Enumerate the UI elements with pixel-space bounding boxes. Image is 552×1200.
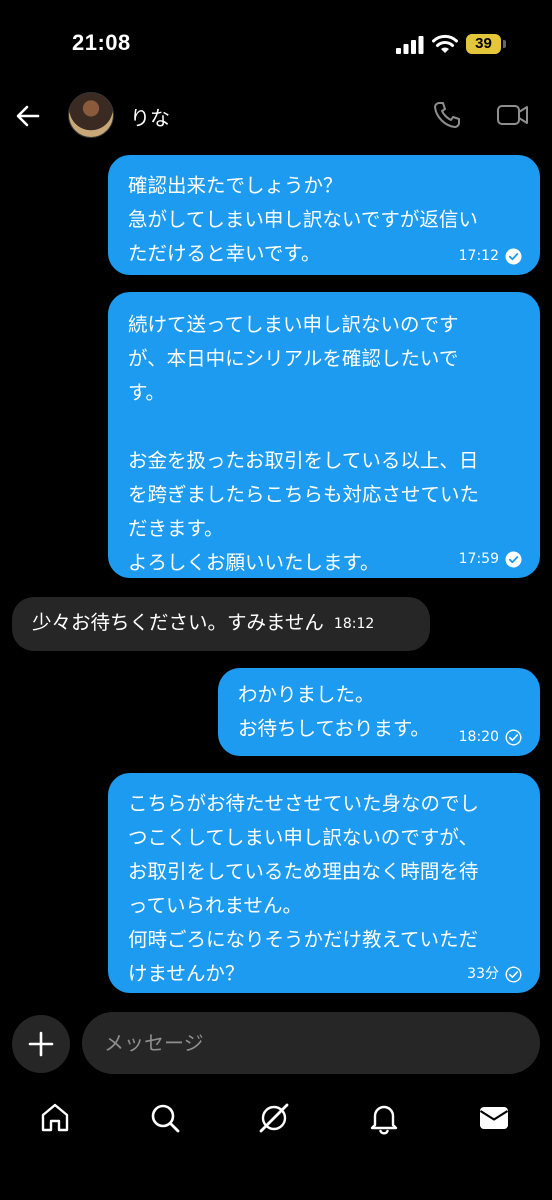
video-call-icon[interactable]	[496, 100, 530, 130]
search-icon[interactable]	[147, 1100, 183, 1136]
message-time: 18:12	[333, 615, 375, 632]
message-line: す。	[128, 381, 166, 404]
message-meta: 18:12	[334, 615, 374, 633]
status-bar: 21:08 39	[0, 0, 552, 90]
sent-check-icon	[505, 965, 522, 983]
message-time: 17:59	[458, 551, 499, 567]
message-meta: 33分	[467, 965, 522, 983]
message-line: が、本日中にシリアルを確認したいで	[128, 347, 459, 370]
message-meta: 17:12	[459, 247, 522, 265]
read-check-icon	[505, 248, 522, 264]
message-line: だきます。	[128, 517, 224, 540]
message-bubble-sent[interactable]: 続けて送ってしまい申し訳ないのです が、本日中にシリアルを確認したいで す。 お…	[108, 292, 540, 578]
battery-icon: 39	[466, 34, 506, 54]
message-bubble-sent[interactable]: 確認出来たでしょうか？ 急がしてしまい申し訳ないですが返信い ただけると幸いです…	[108, 155, 540, 275]
message-line: 急がしてしまい申し訳ないですが返信い	[128, 208, 478, 231]
message-bubble-sent[interactable]: こちらがお待たせさせていた身なのでし つこくしてしまい申し訳ないのですが、 お取…	[108, 773, 540, 993]
back-arrow-icon[interactable]	[12, 100, 44, 132]
read-check-icon	[505, 551, 522, 567]
cellular-signal-icon	[396, 36, 424, 54]
message-meta: 17:59	[459, 550, 522, 568]
message-bubble-sent[interactable]: わかりました。 お待ちしております。 18:20	[218, 668, 540, 756]
chat-header: りな	[0, 90, 552, 146]
message-line: 何時ごろになりそうかだけ教えていただ	[128, 928, 479, 951]
message-meta: 18:20	[459, 728, 522, 746]
battery-level: 39	[466, 34, 501, 54]
message-line: っていられません。	[128, 894, 302, 917]
message-line: わかりました。	[238, 683, 375, 706]
message-line: つこくしてしまい申し訳ないのですが、	[128, 826, 479, 849]
message-time: 33分	[467, 966, 499, 982]
message-line: 確認出来たでしょうか？	[128, 174, 343, 197]
message-line: こちらがお待たせさせていた身なのでし	[128, 792, 480, 815]
sent-check-icon	[505, 728, 522, 746]
contact-name[interactable]: りな	[130, 102, 170, 131]
message-line: を跨ぎましたらこちらも対応させていた	[128, 483, 480, 506]
message-line: けませんか？	[128, 962, 245, 985]
plus-icon	[28, 1031, 54, 1057]
message-line: お取引をしているため理由なく時間を待	[128, 860, 479, 883]
status-time: 21:08	[72, 30, 131, 55]
message-input[interactable]	[82, 1012, 540, 1074]
grok-icon[interactable]	[256, 1100, 292, 1136]
wifi-icon	[432, 34, 458, 53]
notifications-bell-icon[interactable]	[366, 1100, 402, 1136]
message-line: 少々お待ちください。すみません	[32, 611, 324, 634]
message-composer	[82, 1012, 540, 1074]
message-time: 18:20	[458, 729, 499, 745]
messages-envelope-icon[interactable]	[476, 1100, 512, 1136]
message-line: 続けて送ってしまい申し訳ないのです	[128, 313, 459, 336]
add-attachment-button[interactable]	[12, 1015, 70, 1073]
home-icon[interactable]	[37, 1100, 73, 1136]
message-bubble-received[interactable]: 少々お待ちください。すみません 18:12	[12, 597, 430, 651]
phone-call-icon[interactable]	[432, 100, 462, 130]
message-time: 17:12	[458, 248, 499, 264]
message-line: お金を扱ったお取引をしている以上、日	[128, 449, 479, 472]
avatar[interactable]	[68, 92, 114, 138]
